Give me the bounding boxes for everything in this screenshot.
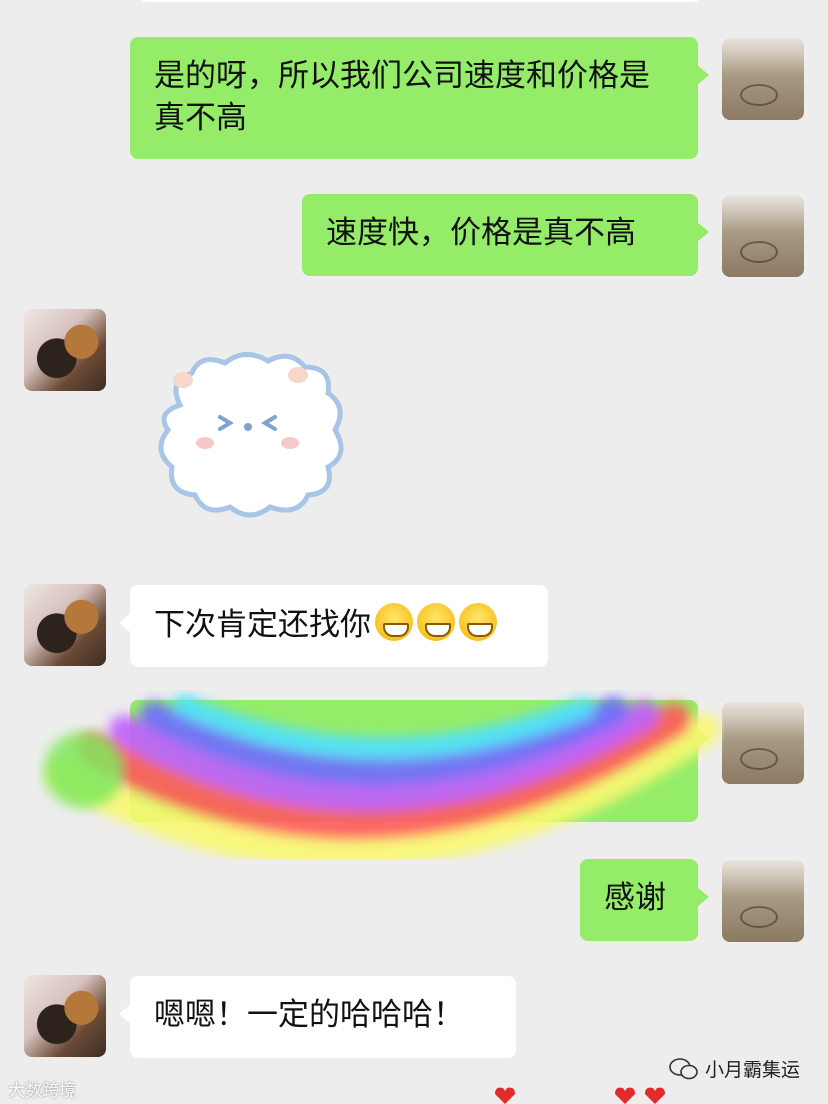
message-bubble-contact[interactable]: 嗯嗯！一定的哈哈哈！ xyxy=(119,976,516,1058)
self-avatar[interactable] xyxy=(722,195,804,277)
previous-message-bubble xyxy=(140,0,700,2)
self-avatar[interactable] xyxy=(722,702,804,784)
message-bubble-self[interactable]: 感谢 xyxy=(580,859,709,941)
message-text: 下次肯定还找你 xyxy=(154,607,371,643)
message-bubble-self[interactable]: 速度快，价格是真不高 xyxy=(302,194,709,276)
grin-emoji xyxy=(417,603,455,641)
message-bubble-self[interactable]: 是的呀，所以我们公司速度和价格是真不高 xyxy=(130,37,709,159)
fluffy-cloud-bear-sticker[interactable] xyxy=(150,345,350,520)
contact-avatar[interactable] xyxy=(24,584,106,666)
message-text: 嗯嗯！一定的哈哈哈！ xyxy=(154,997,464,1033)
self-avatar[interactable] xyxy=(722,38,804,120)
contact-avatar[interactable] xyxy=(24,975,106,1057)
message-text: 感谢 xyxy=(604,880,666,916)
hearts-decoration xyxy=(495,1087,665,1104)
watermark-right-text: 小月霸集运 xyxy=(704,1059,800,1081)
message-text: 速度快，价格是真不高 xyxy=(326,215,636,251)
watermark-left: 大数跨境 xyxy=(8,1076,76,1101)
rainbow-sticker xyxy=(44,694,720,860)
message-bubble-contact[interactable]: 下次肯定还找你 xyxy=(119,585,548,667)
grin-emoji xyxy=(459,603,497,641)
watermark-left-text: 大数跨境 xyxy=(8,1081,76,1101)
watermark-right: 小月霸集运 xyxy=(669,1055,800,1082)
contact-avatar[interactable] xyxy=(24,309,106,391)
grin-emoji xyxy=(375,603,413,641)
wechat-icon xyxy=(669,1057,698,1079)
self-avatar[interactable] xyxy=(722,860,804,942)
message-text: 是的呀，所以我们公司速度和价格是真不高 xyxy=(154,58,650,136)
